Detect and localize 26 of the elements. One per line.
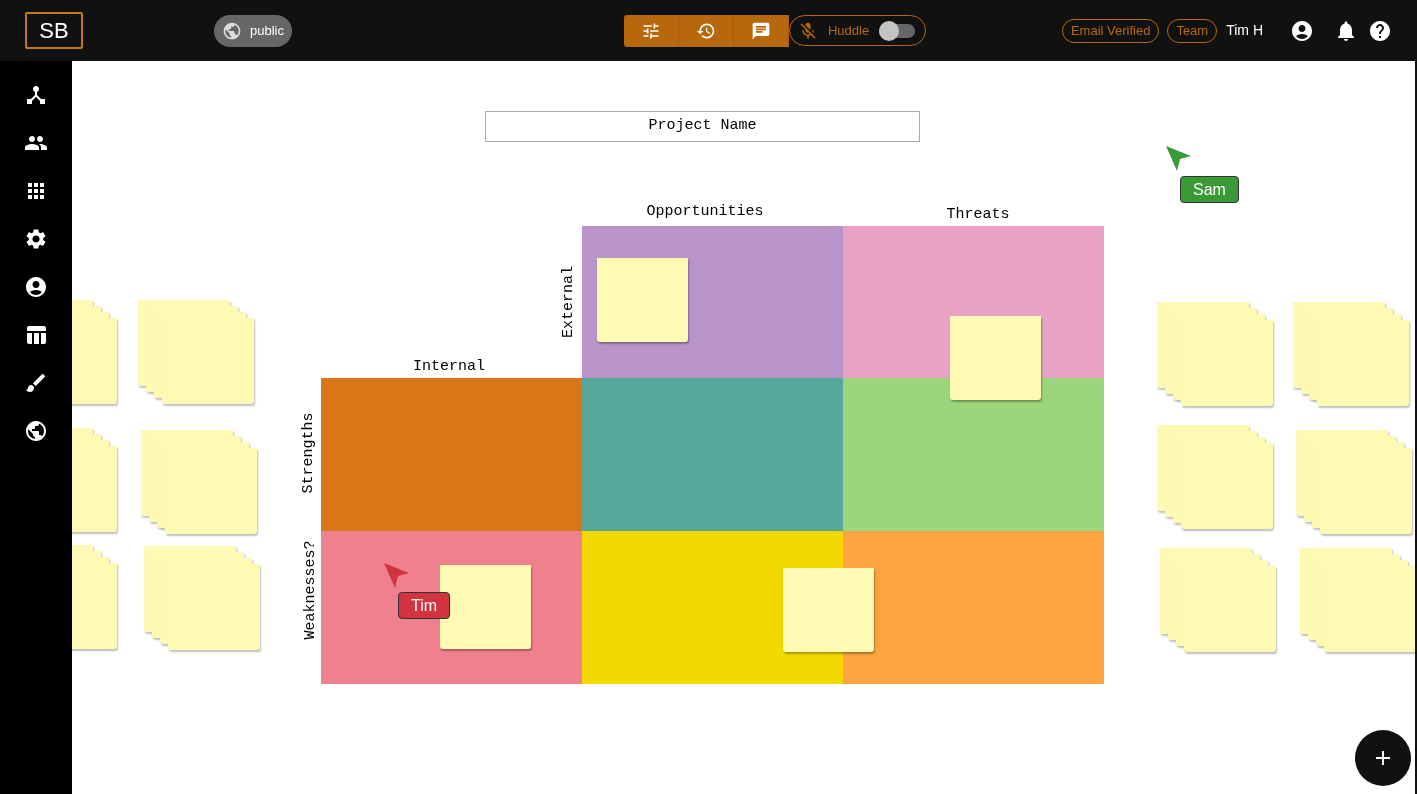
- account-icon[interactable]: [24, 275, 48, 299]
- axis-label: External: [560, 266, 576, 338]
- visibility-chip[interactable]: public: [214, 14, 292, 47]
- add-button[interactable]: [1355, 730, 1411, 786]
- axis-label: Weaknesses?: [302, 540, 318, 640]
- cursor-name-tag: Sam: [1180, 176, 1239, 203]
- brush-icon[interactable]: [24, 371, 48, 395]
- help-icon[interactable]: [1368, 18, 1392, 43]
- chat-icon: [750, 20, 771, 41]
- settings-icon[interactable]: [24, 227, 48, 251]
- huddle-toggle[interactable]: [879, 23, 916, 38]
- axis-label: Opportunities: [646, 203, 764, 219]
- cursor-name-tag: Tim: [398, 592, 451, 619]
- globe-icon[interactable]: [24, 419, 48, 443]
- hub-icon[interactable]: [24, 83, 48, 107]
- account-icon[interactable]: [1290, 18, 1314, 43]
- project-name-field[interactable]: Project Name: [485, 111, 920, 142]
- sticky-note[interactable]: [440, 565, 531, 649]
- axis-label: Internal: [413, 358, 485, 374]
- table-icon[interactable]: [24, 323, 48, 347]
- axis-label: Strengths: [300, 412, 316, 494]
- logo[interactable]: SB: [25, 12, 83, 49]
- globe-icon: [222, 20, 242, 41]
- huddle-label: Huddle: [827, 21, 870, 40]
- user-name: Tim H: [1226, 21, 1263, 40]
- axis-label: Threats: [946, 206, 1010, 222]
